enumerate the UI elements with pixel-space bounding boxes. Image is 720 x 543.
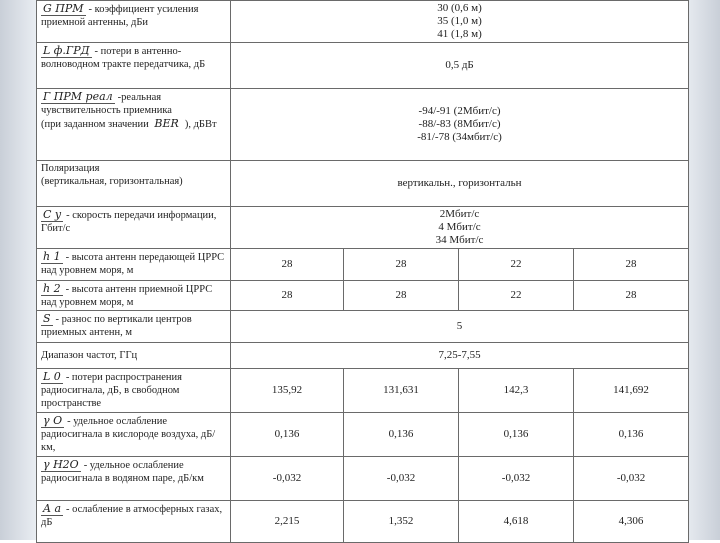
table-row: γ H2O - удельное ослабление радиосигнала …: [36, 456, 690, 501]
param-cell: L ф.ГРД - потери в антенно-волноводном тр…: [36, 42, 231, 89]
table-row: C y- скорость передачи информации, Гбит/…: [36, 206, 690, 249]
value-cell: 0,5 дБ: [229, 42, 690, 89]
param-description: - ослабление в атмосферных газах, дБ: [41, 504, 223, 528]
value-cell: -0,032: [458, 456, 574, 501]
param-cell: A a- ослабление в атмосферных газах, дБ: [36, 500, 231, 543]
value-cell: 22: [458, 248, 574, 281]
value-cell: -0,032: [230, 456, 344, 501]
table-row: L ф.ГРД - потери в антенно-волноводном тр…: [36, 42, 690, 89]
value-cell: 0,136: [343, 412, 459, 457]
value-line: -88/-83 (8Мбит/с): [418, 118, 501, 130]
param-cell: h 2- высота антенн приемной ЦРРС над уро…: [36, 280, 231, 311]
value-line: 2Мбит/с: [439, 208, 480, 220]
value-line: вертикальн., горизонтальн: [397, 177, 522, 189]
param-symbol: h 2: [41, 282, 63, 296]
param-description: чувствительность приемника: [41, 105, 172, 116]
value-cell: 7,25-7,55: [229, 342, 690, 369]
value-cell: 28: [572, 280, 690, 311]
table-row: h 2- высота антенн приемной ЦРРС над уро…: [36, 280, 690, 311]
value-line: 30 (0,6 м): [437, 2, 482, 14]
value-cell: 1,352: [343, 500, 459, 543]
param-symbol: G ПРМ: [41, 2, 86, 16]
value-line: 4 Мбит/с: [438, 221, 481, 233]
value-cell: вертикальн., горизонтальн: [229, 160, 690, 207]
param-symbol: γ H2O: [41, 458, 81, 472]
param-description: - высота антенн передающей ЦРРС над уров…: [41, 252, 225, 276]
param-symbol: L ф.ГРД: [41, 44, 92, 58]
table-row: A a- ослабление в атмосферных газах, дБ …: [36, 500, 690, 543]
value-cell: -0,032: [572, 456, 690, 501]
value-cell: 28: [343, 248, 459, 281]
value-line: -94/-91 (2Мбит/с): [418, 105, 501, 117]
table-row: Г ПРМ реал -реальная чувствительность при…: [36, 88, 690, 161]
value-cell: 4,306: [572, 500, 690, 543]
value-cell: -94/-91 (2Мбит/с) -88/-83 (8Мбит/с) -81/…: [229, 88, 690, 161]
param-description: - разнос по вертикали центров приемных а…: [41, 314, 192, 338]
param-description: -реальная: [117, 92, 162, 103]
param-symbol: γ O: [41, 414, 65, 428]
param-description: (вертикальная, горизонтальная): [41, 176, 183, 187]
parameters-sheet: G ПРМ - коэффициент усиления приемной ант…: [36, 0, 690, 543]
param-symbol: Г ПРМ реал: [41, 90, 115, 104]
table-row: Диапазон частот, ГГц 7,25-7,55: [36, 342, 690, 369]
param-description: - высота антенн приемной ЦРРС над уровне…: [41, 284, 213, 308]
value-line: -81/-78 (34мбит/с): [417, 131, 502, 143]
param-description: (при заданном значении: [41, 119, 149, 130]
value-line: 41 (1,8 м): [437, 28, 482, 40]
table-row: γ O- удельное ослабление радиосигнала в …: [36, 412, 690, 457]
param-description: - скорость передачи информации, Гбит/с: [41, 210, 217, 234]
param-cell: C y- скорость передачи информации, Гбит/…: [36, 206, 231, 249]
table-row: Поляризация (вертикальная, горизонтальна…: [36, 160, 690, 207]
value-line: 34 Мбит/с: [435, 234, 484, 246]
value-cell: 28: [230, 280, 344, 311]
param-description: ), дБВт: [184, 119, 217, 130]
value-cell: 2Мбит/с 4 Мбит/с 34 Мбит/с: [229, 206, 690, 249]
value-cell: 0,136: [572, 412, 690, 457]
table-row: h 1- высота антенн передающей ЦРРС над у…: [36, 248, 690, 281]
param-cell: Поляризация (вертикальная, горизонтальна…: [36, 160, 231, 207]
param-description: - удельное ослабление радиосигнала в кис…: [41, 416, 216, 453]
value-cell: 142,3: [458, 368, 574, 413]
param-cell: γ O- удельное ослабление радиосигнала в …: [36, 412, 231, 457]
table-row: L 0- потери распространения радиосигнала…: [36, 368, 690, 413]
value-line: 0,5 дБ: [445, 59, 474, 71]
value-cell: 135,92: [230, 368, 344, 413]
parameters-table: G ПРМ - коэффициент усиления приемной ант…: [36, 0, 690, 543]
param-cell: G ПРМ - коэффициент усиления приемной ант…: [36, 0, 231, 43]
value-cell: 0,136: [458, 412, 574, 457]
value-cell: 28: [343, 280, 459, 311]
param-cell: S- разнос по вертикали центров приемных …: [36, 310, 231, 343]
value-cell: 2,215: [230, 500, 344, 543]
value-cell: 4,618: [458, 500, 574, 543]
param-cell: h 1- высота антенн передающей ЦРРС над у…: [36, 248, 231, 281]
param-symbol: S: [41, 312, 53, 326]
value-cell: 30 (0,6 м) 35 (1,0 м) 41 (1,8 м): [229, 0, 690, 43]
table-row: G ПРМ - коэффициент усиления приемной ант…: [36, 0, 690, 43]
value-cell: 5: [229, 310, 690, 343]
param-symbol: BER: [154, 117, 179, 130]
param-cell: L 0- потери распространения радиосигнала…: [36, 368, 231, 413]
param-cell: γ H2O - удельное ослабление радиосигнала …: [36, 456, 231, 501]
param-symbol: h 1: [41, 250, 63, 264]
param-symbol: L 0: [41, 370, 63, 384]
value-cell: 141,692: [572, 368, 690, 413]
right-side-band: [684, 0, 720, 540]
value-cell: 22: [458, 280, 574, 311]
param-symbol: C y: [41, 208, 64, 222]
param-description: Поляризация: [41, 163, 100, 174]
param-description: Диапазон частот, ГГц: [41, 350, 138, 361]
value-cell: 131,631: [343, 368, 459, 413]
param-cell: Г ПРМ реал -реальная чувствительность при…: [36, 88, 231, 161]
param-cell: Диапазон частот, ГГц: [36, 342, 231, 369]
left-side-band: [0, 0, 36, 540]
value-cell: 0,136: [230, 412, 344, 457]
value-cell: 28: [572, 248, 690, 281]
table-row: S- разнос по вертикали центров приемных …: [36, 310, 690, 343]
param-symbol: A a: [41, 502, 63, 516]
value-cell: 28: [230, 248, 344, 281]
value-line: 35 (1,0 м): [437, 15, 482, 27]
value-cell: -0,032: [343, 456, 459, 501]
